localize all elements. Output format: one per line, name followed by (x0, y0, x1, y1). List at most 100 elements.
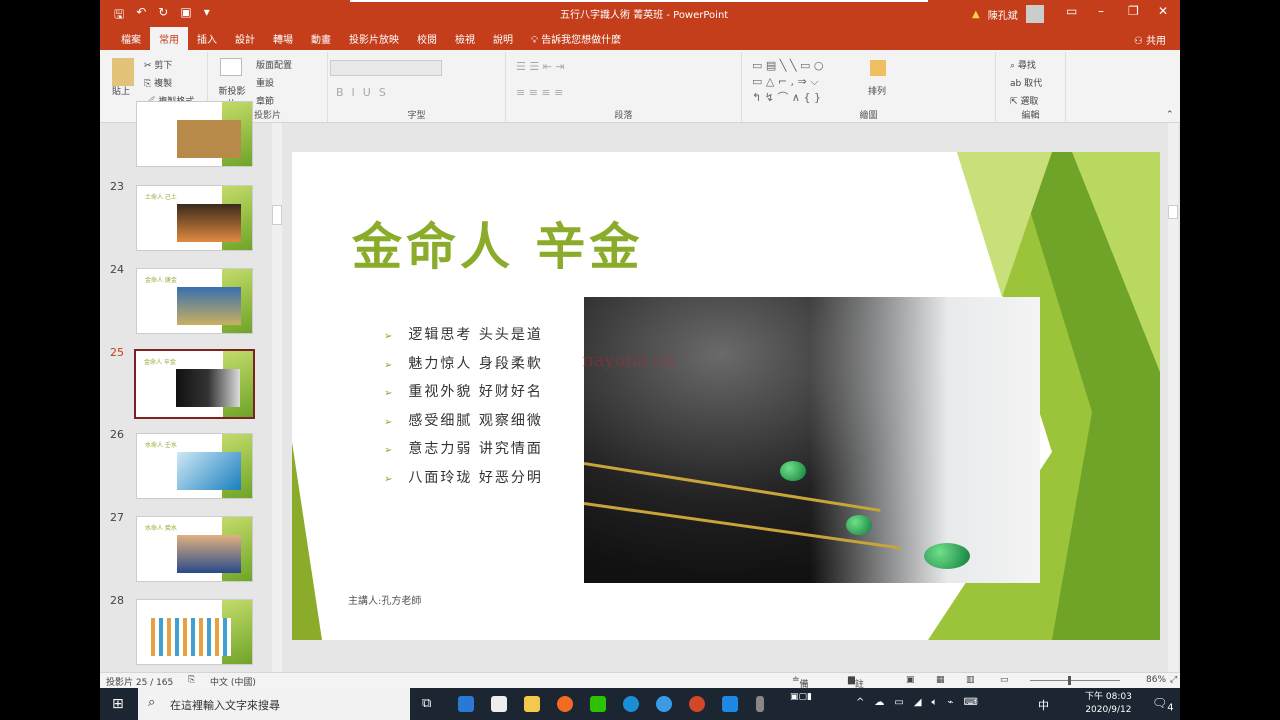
collapse-ribbon-icon[interactable]: ⌃ (1166, 110, 1174, 120)
slide-thumbnail[interactable] (136, 599, 253, 665)
zoom-slider[interactable] (1030, 680, 1120, 681)
paste-icon[interactable] (112, 58, 134, 86)
mail-icon[interactable] (458, 696, 474, 712)
tab-slideshow[interactable]: 投影片放映 (340, 27, 408, 50)
edge-icon[interactable] (623, 696, 639, 712)
ribbon-display-icon[interactable]: ▭ (1066, 4, 1077, 18)
bullet-item: ➢ 魅力惊人 身段柔軟 (384, 353, 543, 382)
group-label: 編輯 (1021, 111, 1040, 121)
reading-view-button[interactable]: ▥ (966, 675, 975, 685)
section-button[interactable]: 章節 (256, 94, 274, 107)
thumbnail-scrollbar[interactable] (272, 123, 282, 672)
cut-button[interactable]: ✂ 剪下 (144, 58, 172, 71)
slide-thumbnail-selected[interactable]: 金命人 辛金 (134, 349, 255, 419)
notifications-icon[interactable]: 🗨︎4 (1152, 696, 1174, 713)
present-icon[interactable]: ▣ (180, 5, 191, 26)
tab-animations[interactable]: 動畫 (302, 27, 340, 50)
slide-scrollbar[interactable] (1168, 123, 1178, 672)
replace-label: 取代 (1024, 79, 1043, 89)
wechat-icon[interactable] (590, 696, 606, 712)
arrange-button[interactable]: 排列 (868, 84, 886, 97)
new-slide-icon[interactable] (220, 58, 242, 76)
layout-button[interactable]: 版面配置 (256, 58, 292, 71)
tab-help[interactable]: 說明 (484, 27, 522, 50)
powerpoint-window: 🖫 ↶ ↻ ▣ ▾ 五行八字識人術 菁英班 - PowerPoint ▲ 陳孔斌… (100, 0, 1180, 720)
find-button[interactable]: ⌕ 尋找 (1010, 58, 1036, 71)
slide-thumbnail[interactable]: 水命人 壬水 (136, 433, 253, 499)
thumb-title: 水命人 壬水 (145, 442, 177, 449)
language-indicator[interactable]: 中文 (中國) (210, 675, 256, 688)
slide-sorter-button[interactable]: ▦ (936, 675, 945, 685)
slideshow-button[interactable]: ▭ (1000, 675, 1009, 685)
bullet-item: ➢ 八面玲珑 好恶分明 (384, 467, 543, 496)
comments-button[interactable]: ▆ 註解 (848, 675, 864, 703)
zoom-level[interactable]: 86% (1146, 675, 1166, 685)
slide-thumbnail[interactable] (136, 101, 253, 167)
store-icon[interactable] (491, 696, 507, 712)
usb-icon[interactable] (756, 696, 764, 712)
maximize-button[interactable]: ❐ (1128, 4, 1139, 18)
arrange-icon[interactable] (870, 60, 886, 76)
undo-icon[interactable]: ↶ (136, 5, 146, 26)
tell-me-search[interactable]: 💡︎ 告訴我您想做什麼 (522, 27, 630, 50)
arrow-bullet-icon: ➢ (384, 473, 395, 485)
spellcheck-icon[interactable]: ⎘ (188, 675, 195, 685)
warning-icon: ▲ (972, 8, 980, 20)
tab-view[interactable]: 檢視 (446, 27, 484, 50)
file-explorer-icon[interactable] (524, 696, 540, 712)
zoom-slider-thumb[interactable] (1068, 676, 1071, 685)
copy-button[interactable]: ⎘ 複製 (144, 76, 172, 89)
slide-thumbnail[interactable]: 土命人 己土 (136, 185, 253, 251)
system-tray-icons[interactable]: ^☁▭◢🔈︎⌁⌨ (856, 697, 988, 708)
align-buttons[interactable]: ≡ ≡ ≡ ≡ (516, 86, 563, 99)
notes-button[interactable]: ≐ 備忘稿 (792, 675, 809, 716)
share-button[interactable]: ⚇ 共用 (1134, 32, 1166, 47)
slide-thumbnail[interactable]: 水命人 癸水 (136, 516, 253, 582)
tab-transitions[interactable]: 轉場 (264, 27, 302, 50)
user-name[interactable]: 陳孔斌 (988, 7, 1018, 22)
tab-design[interactable]: 設計 (226, 27, 264, 50)
task-view-icon[interactable]: ⧉ (422, 696, 431, 711)
customize-icon[interactable]: ▾ (204, 5, 210, 26)
redo-icon[interactable]: ↻ (158, 5, 168, 26)
slide-number: 25 (110, 346, 124, 359)
tab-review[interactable]: 校閱 (408, 27, 446, 50)
clock[interactable]: 下午 08:03 2020/9/12 (1085, 691, 1132, 717)
tab-file[interactable]: 檔案 (112, 27, 150, 50)
close-button[interactable]: ✕ (1158, 4, 1168, 18)
minimize-button[interactable]: – (1098, 4, 1104, 18)
font-name-select[interactable] (330, 60, 442, 76)
normal-view-button[interactable]: ▣ (906, 675, 915, 685)
slide-canvas[interactable]: 金命人 辛金 ➢ 逻辑思考 头头是道 ➢ 魅力惊人 身段柔軟 ➢ 重视外貌 好财好名 … (292, 152, 1160, 640)
slide-number: 28 (110, 594, 124, 607)
thumb-photo (177, 287, 241, 325)
avatar[interactable] (1025, 5, 1044, 23)
group-editing: ⌕ 尋找 ab 取代 ⇱ 選取 編輯 (996, 52, 1066, 122)
font-format-buttons[interactable]: BIUS (336, 86, 394, 99)
group-label: 段落 (614, 111, 633, 121)
replace-button[interactable]: ab 取代 (1010, 76, 1042, 89)
list-buttons[interactable]: ☰ ☰ ⇤ ⇥ (516, 60, 565, 73)
save-icon[interactable]: 🖫 (114, 5, 124, 26)
ime-indicator[interactable]: 中 (1038, 697, 1049, 713)
jade-hairpin-photo (584, 297, 1040, 583)
paste-button[interactable]: 貼上 (112, 84, 130, 97)
app-icon[interactable] (656, 696, 672, 712)
select-label: 選取 (1020, 97, 1039, 107)
slide-thumbnail[interactable]: 金命人 庚金 (136, 268, 253, 334)
media-player-icon[interactable] (722, 696, 738, 712)
bullet-text: 感受细腻 观察细微 (408, 412, 543, 429)
scroll-thumb[interactable] (272, 205, 282, 225)
fit-slide-icon[interactable]: ⤢ (1170, 675, 1177, 685)
tab-insert[interactable]: 插入 (188, 27, 226, 50)
tray-app-icons[interactable]: ▣▢▮ (790, 692, 812, 702)
shapes-gallery[interactable]: ▭ ▤ ╲ ╲ ▭ ○ ▭ △ ⌐ , ⇒ ⌵ ↰ ↯ ⌒ ∧ { } (752, 58, 824, 106)
powerpoint-icon[interactable] (689, 696, 705, 712)
select-button[interactable]: ⇱ 選取 (1010, 94, 1038, 107)
windows-start-icon[interactable]: ⊞ (112, 696, 124, 712)
firefox-icon[interactable] (557, 696, 573, 712)
taskbar-search[interactable]: ⌕ 在這裡輸入文字來搜尋 (138, 688, 410, 720)
tab-home[interactable]: 常用 (150, 27, 188, 50)
scroll-thumb[interactable] (1168, 205, 1178, 219)
reset-button[interactable]: 重設 (256, 76, 274, 89)
